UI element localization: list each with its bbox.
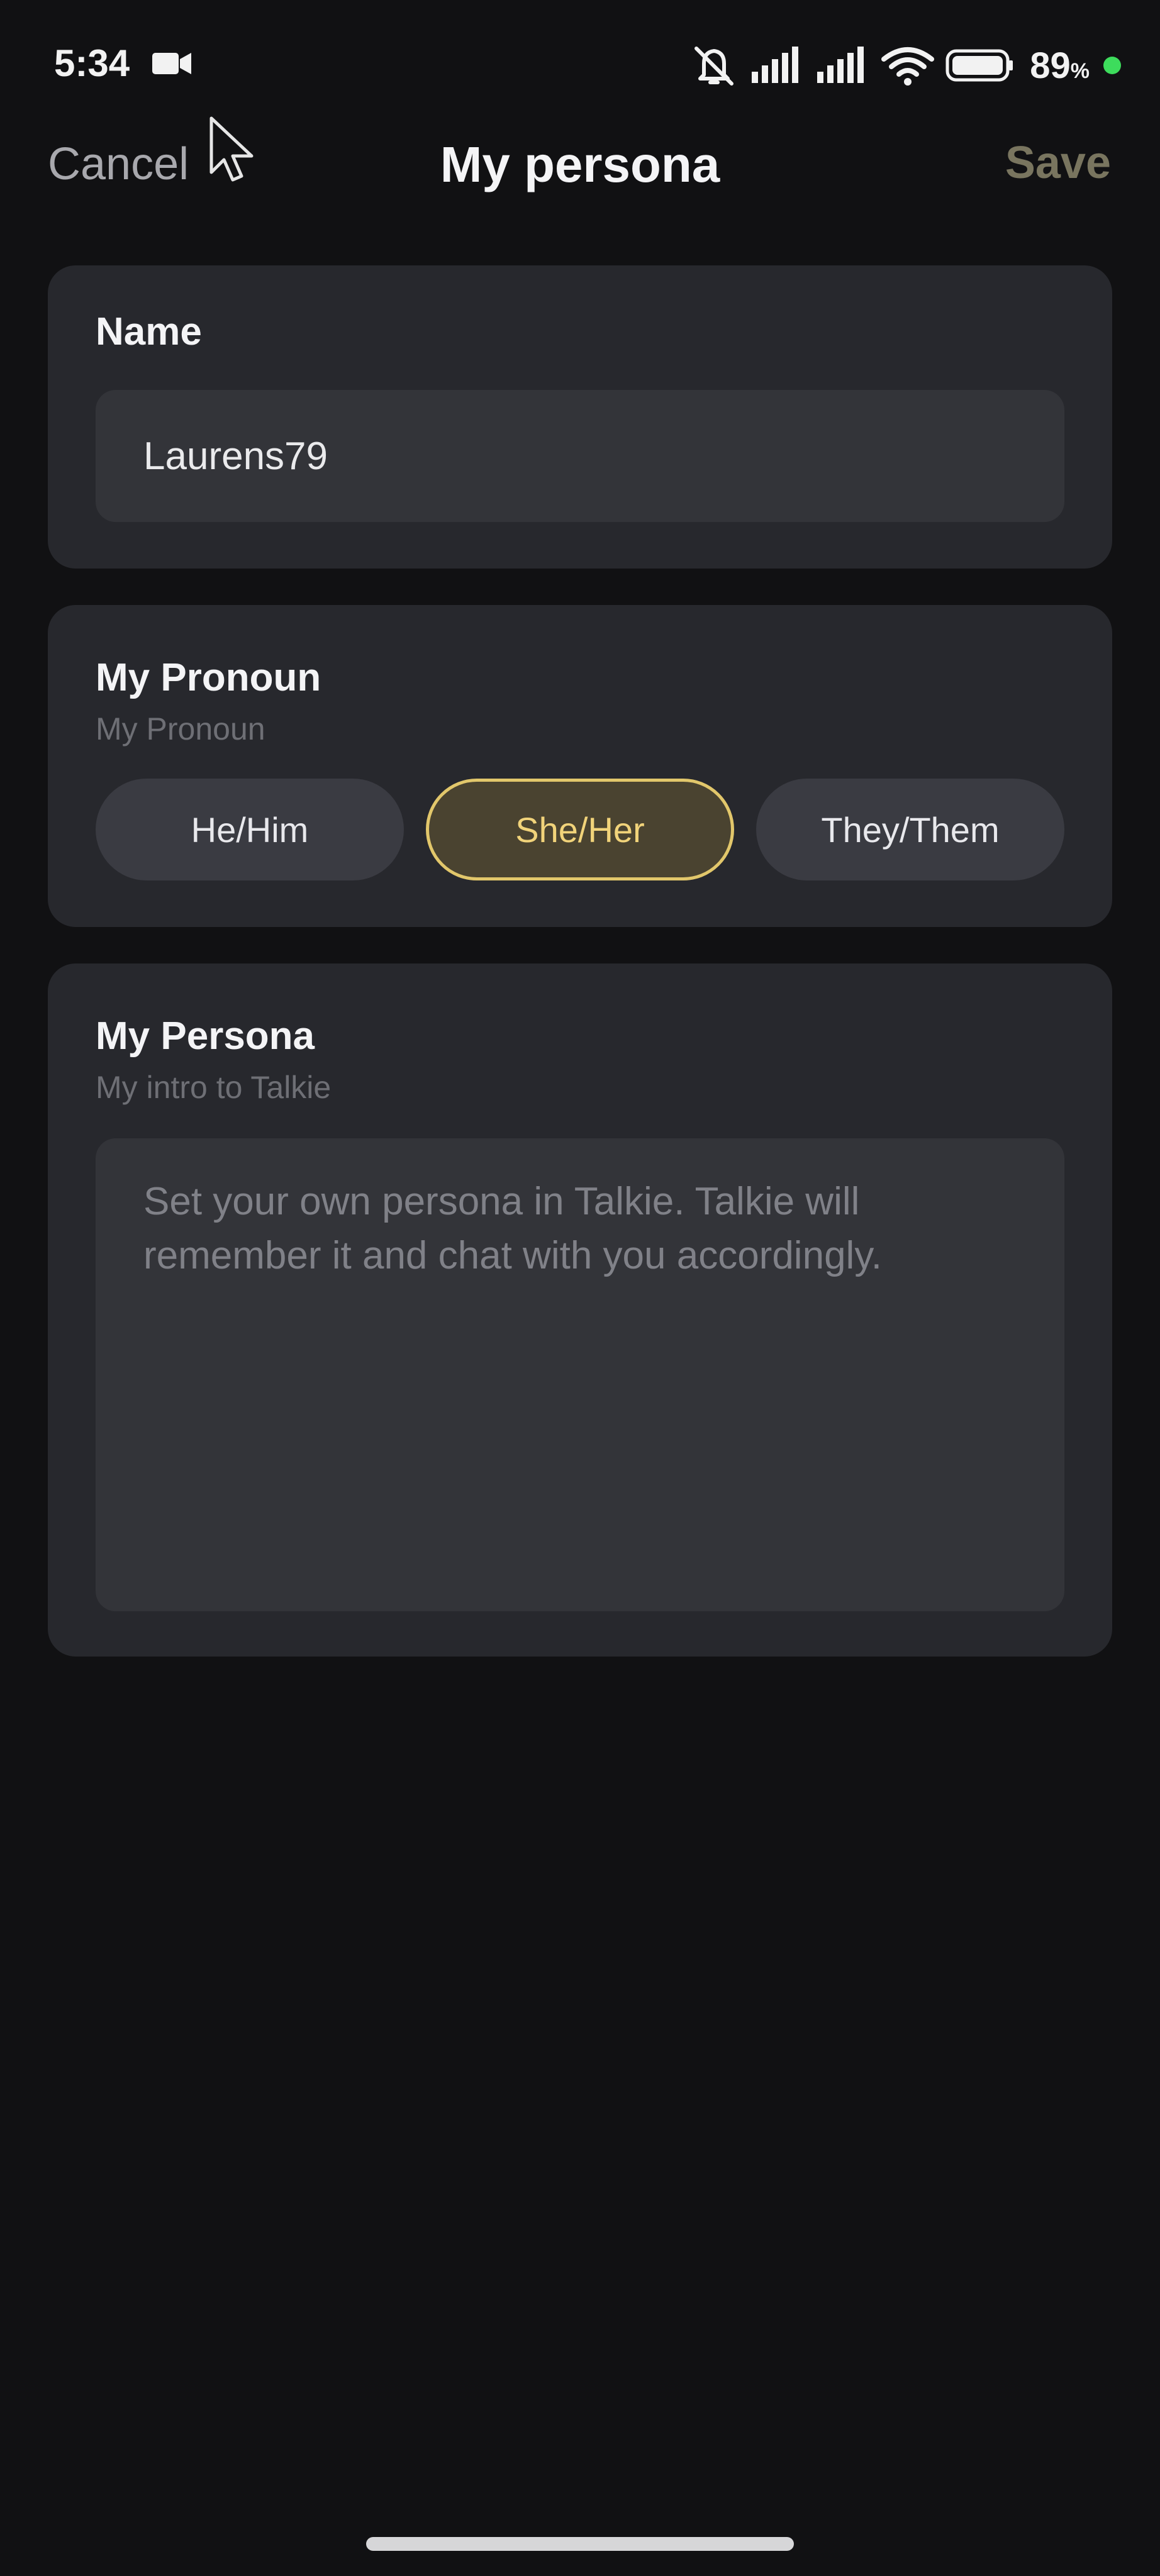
- wifi-icon: [881, 47, 935, 86]
- header: Cancel My persona Save: [0, 126, 1160, 208]
- name-label: Name: [96, 310, 202, 353]
- mouse-cursor-icon: [209, 116, 254, 182]
- battery-percent: 89%: [1030, 45, 1090, 87]
- pronoun-title: My Pronoun: [96, 656, 321, 699]
- name-input[interactable]: [96, 390, 1064, 522]
- pronoun-card: My Pronoun My Pronoun He/Him She/Her The…: [48, 605, 1112, 927]
- pronoun-subtitle: My Pronoun: [96, 711, 265, 747]
- persona-subtitle: My intro to Talkie: [96, 1070, 332, 1105]
- persona-text-field[interactable]: Set your own persona in Talkie. Talkie w…: [96, 1138, 1064, 1611]
- persona-card: My Persona My intro to Talkie Set your o…: [48, 963, 1112, 1657]
- page-title: My persona: [440, 136, 720, 192]
- video-camera-icon: [152, 53, 191, 74]
- battery-value: 89: [1030, 45, 1071, 86]
- signal-icon: [817, 47, 864, 83]
- privacy-indicator-dot: [1103, 57, 1121, 74]
- pronoun-option-she-her[interactable]: She/Her: [426, 779, 734, 880]
- signal-icon: [752, 47, 799, 83]
- status-icons: 89%: [689, 42, 1121, 89]
- save-button[interactable]: Save: [1005, 137, 1111, 189]
- home-indicator[interactable]: [366, 2537, 794, 2551]
- status-bar: 5:34 89%: [0, 0, 1160, 126]
- battery-unit: %: [1070, 58, 1090, 83]
- battery-icon: [945, 49, 1013, 82]
- pronoun-option-he-him[interactable]: He/Him: [96, 779, 404, 880]
- name-card: Name: [48, 265, 1112, 569]
- persona-title: My Persona: [96, 1014, 315, 1058]
- pronoun-option-they-them[interactable]: They/Them: [756, 779, 1064, 880]
- mute-alarm-icon: [694, 47, 734, 86]
- status-time: 5:34: [54, 42, 130, 84]
